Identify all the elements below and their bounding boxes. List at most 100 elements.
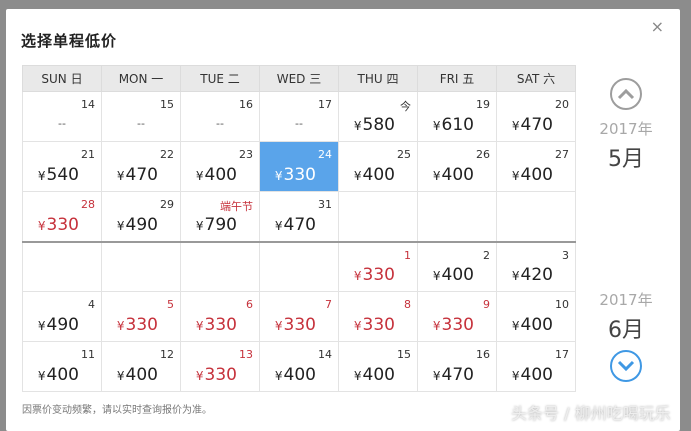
weekday-header-cell: TUE 二: [180, 65, 260, 92]
day-cell[interactable]: 29 ¥490: [101, 191, 181, 242]
currency-symbol: ¥: [274, 218, 283, 233]
day-cell[interactable]: 21 ¥540: [22, 141, 102, 192]
day-cell[interactable]: 2 ¥400: [417, 240, 497, 292]
month-may-panel: 2017年 5月: [582, 78, 670, 173]
empty-day-cell: [101, 240, 181, 292]
day-cell[interactable]: 27 ¥400: [496, 141, 576, 192]
day-cell[interactable]: 17 ¥400: [496, 341, 576, 392]
day-price: ¥330: [354, 315, 395, 335]
day-number: 17: [555, 348, 569, 361]
day-cell[interactable]: 24 ¥330: [259, 141, 339, 192]
day-cell[interactable]: 25 ¥400: [338, 141, 418, 192]
day-price: ¥470: [512, 115, 553, 135]
no-price: --: [58, 117, 66, 130]
day-cell[interactable]: 15 --: [101, 91, 181, 142]
day-cell[interactable]: 15 ¥400: [338, 341, 418, 392]
day-cell[interactable]: 17 --: [259, 91, 339, 142]
day-cell[interactable]: 13 ¥330: [180, 341, 260, 392]
empty-day-cell: [259, 240, 339, 292]
day-cell[interactable]: 端午节 ¥790: [180, 191, 260, 242]
day-cell[interactable]: 14 ¥400: [259, 341, 339, 392]
price-value: 400: [520, 315, 553, 335]
price-value: 790: [204, 214, 237, 235]
day-price: ¥330: [433, 315, 474, 335]
day-price: ¥400: [512, 165, 553, 185]
close-icon[interactable]: ×: [651, 17, 664, 36]
currency-symbol: ¥: [37, 369, 46, 383]
day-number: 14: [318, 348, 332, 361]
day-price: ¥400: [275, 365, 316, 385]
day-cell[interactable]: 31 ¥470: [259, 191, 339, 242]
price-value: 330: [204, 365, 237, 385]
day-cell[interactable]: 10 ¥400: [496, 291, 576, 342]
price-value: 470: [283, 214, 316, 235]
day-number: 22: [160, 148, 174, 161]
currency-symbol: ¥: [37, 218, 46, 233]
day-price: ¥330: [196, 315, 237, 335]
low-price-calendar-dialog: 选择单程低价 × SUN 日 MON 一 TUE 二 WED 三 THU 四 F…: [6, 9, 680, 431]
day-cell[interactable]: 6 ¥330: [180, 291, 260, 342]
day-price: ¥400: [433, 265, 474, 285]
next-month-button[interactable]: [610, 350, 642, 382]
day-number: 31: [318, 198, 332, 211]
currency-symbol: ¥: [511, 269, 520, 283]
calendar-week-row: 4 ¥490 5 ¥330 6 ¥330 7 ¥330 8 ¥330 9 ¥330 10 ¥400: [22, 291, 576, 342]
currency-symbol: ¥: [353, 319, 362, 333]
day-price: ¥330: [275, 165, 316, 185]
dialog-title: 选择单程低价: [21, 32, 118, 50]
day-number: 12: [160, 348, 174, 361]
day-cell[interactable]: 16 --: [180, 91, 260, 142]
day-cell[interactable]: 3 ¥420: [496, 240, 576, 292]
currency-symbol: ¥: [432, 319, 441, 333]
price-value: 330: [441, 315, 474, 335]
day-cell[interactable]: 19 ¥610: [417, 91, 497, 142]
day-cell[interactable]: 9 ¥330: [417, 291, 497, 342]
currency-symbol: ¥: [195, 169, 204, 183]
price-value: 420: [520, 265, 553, 285]
day-cell[interactable]: 5 ¥330: [101, 291, 181, 342]
day-price: ¥400: [117, 365, 158, 385]
price-calendar: SUN 日 MON 一 TUE 二 WED 三 THU 四 FRI 五 SAT …: [22, 65, 576, 392]
month-label: 6月: [608, 318, 644, 343]
day-cell[interactable]: 11 ¥400: [22, 341, 102, 392]
day-cell[interactable]: 1 ¥330: [338, 240, 418, 292]
day-cell[interactable]: 12 ¥400: [101, 341, 181, 392]
currency-symbol: ¥: [353, 369, 362, 383]
day-number: 28: [81, 198, 95, 211]
price-value: 400: [204, 165, 237, 185]
price-disclaimer: 因票价变动频繁，请以实时查询报价为准。: [22, 405, 212, 416]
weekday-header-cell: SAT 六: [496, 65, 576, 92]
day-price: ¥540: [38, 165, 79, 185]
day-number: 26: [476, 148, 490, 161]
day-cell[interactable]: 4 ¥490: [22, 291, 102, 342]
day-cell[interactable]: 23 ¥400: [180, 141, 260, 192]
currency-symbol: ¥: [353, 269, 362, 283]
day-cell[interactable]: 今 ¥580: [338, 91, 418, 142]
day-cell[interactable]: 20 ¥470: [496, 91, 576, 142]
day-cell[interactable]: 28 ¥330: [22, 191, 102, 242]
price-value: 330: [46, 214, 79, 235]
day-cell[interactable]: 8 ¥330: [338, 291, 418, 342]
day-number: 6: [246, 298, 253, 311]
day-cell[interactable]: 26 ¥400: [417, 141, 497, 192]
day-cell[interactable]: 22 ¥470: [101, 141, 181, 192]
day-price: ¥490: [38, 315, 79, 335]
currency-symbol: ¥: [274, 369, 283, 383]
currency-symbol: ¥: [116, 369, 125, 383]
day-cell[interactable]: 16 ¥470: [417, 341, 497, 392]
currency-symbol: ¥: [432, 369, 441, 383]
month-year: 2017年: [599, 120, 653, 138]
price-value: 330: [362, 315, 395, 335]
currency-symbol: ¥: [37, 319, 46, 333]
day-price: ¥330: [38, 215, 79, 235]
day-price: ¥400: [354, 165, 395, 185]
day-cell[interactable]: 14 --: [22, 91, 102, 142]
day-price: ¥400: [512, 365, 553, 385]
price-value: 400: [125, 365, 158, 385]
price-value: 470: [441, 365, 474, 385]
prev-month-button[interactable]: [610, 78, 642, 110]
day-number: 今: [400, 100, 411, 113]
day-price: ¥400: [354, 365, 395, 385]
day-cell[interactable]: 7 ¥330: [259, 291, 339, 342]
day-number: 14: [81, 98, 95, 111]
